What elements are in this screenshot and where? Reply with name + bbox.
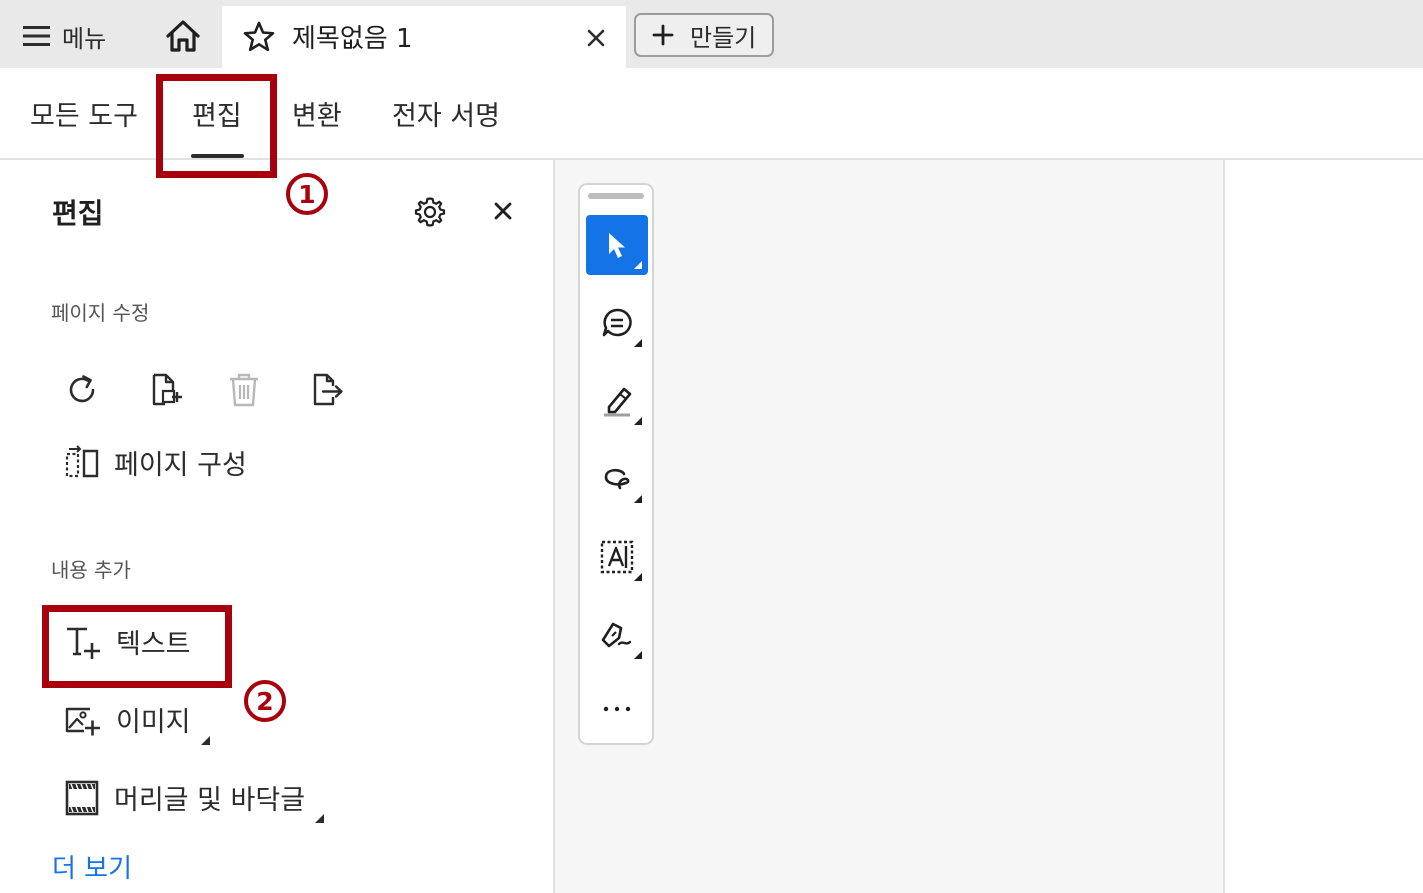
insert-page-icon[interactable] — [140, 366, 188, 414]
comment-icon — [600, 306, 634, 340]
text-box-icon — [599, 539, 635, 575]
add-image-button[interactable]: 이미지 — [64, 700, 210, 745]
submenu-indicator — [200, 736, 210, 745]
highlight-tool-button[interactable] — [586, 371, 648, 431]
annotation-number-step2: 2 — [244, 680, 286, 722]
tab-convert[interactable]: 변환 — [292, 94, 342, 133]
close-icon[interactable] — [580, 22, 612, 54]
create-label: 만들기 — [690, 23, 757, 52]
quick-tools-toolbar — [578, 183, 654, 745]
home-icon — [165, 19, 201, 53]
sign-pen-icon — [599, 618, 635, 652]
right-pane — [1223, 160, 1423, 893]
sign-tool-button[interactable] — [586, 605, 648, 665]
add-text-icon — [64, 623, 102, 661]
ellipsis-icon — [602, 704, 632, 714]
text-box-tool-button[interactable] — [586, 527, 648, 587]
cursor-icon — [603, 230, 631, 260]
extract-page-icon[interactable] — [302, 366, 350, 414]
tab-esign[interactable]: 전자 서명 — [392, 94, 500, 133]
comment-tool-button[interactable] — [586, 293, 648, 353]
add-image-label: 이미지 — [116, 707, 191, 738]
hamburger-icon — [22, 23, 52, 49]
highlighter-icon — [600, 384, 634, 418]
tab-all-tools[interactable]: 모든 도구 — [30, 94, 138, 133]
title-bar: 메뉴 제목없음 1 만들기 — [0, 0, 1423, 68]
tool-tabs: 모든 도구 편집 변환 전자 서명 — [0, 68, 1423, 160]
panel-title: 편집 — [52, 197, 104, 230]
section-heading-page: 페이지 수정 — [51, 301, 150, 325]
organize-pages-button[interactable]: 페이지 구성 — [64, 443, 247, 482]
add-image-icon — [64, 701, 102, 739]
create-button[interactable]: 만들기 — [634, 13, 774, 57]
toolbar-drag-handle[interactable] — [588, 193, 644, 199]
more-tools-button[interactable] — [586, 679, 648, 739]
add-text-label: 텍스트 — [116, 629, 191, 660]
menu-label: 메뉴 — [62, 24, 107, 53]
menu-button[interactable]: 메뉴 — [22, 14, 106, 58]
document-canvas[interactable] — [555, 160, 1223, 893]
document-title: 제목없음 1 — [292, 24, 413, 54]
document-tab[interactable]: 제목없음 1 — [222, 6, 626, 68]
annotation-number-step1: 1 — [286, 173, 328, 215]
tab-edit[interactable]: 편집 — [192, 94, 242, 133]
rotate-icon[interactable] — [58, 366, 106, 414]
gear-icon[interactable] — [410, 192, 450, 232]
trash-icon — [220, 366, 268, 414]
organize-pages-icon — [64, 444, 100, 481]
star-icon[interactable] — [242, 20, 276, 54]
active-tab-indicator — [191, 154, 244, 158]
freehand-draw-icon — [600, 462, 634, 496]
submenu-indicator — [315, 814, 325, 823]
edit-panel: 편집 페이지 수정 페이지 구성 내용 추가 텍스트 이미지 머리글 및 바닥글… — [0, 160, 555, 893]
select-tool-button[interactable] — [586, 215, 648, 275]
header-footer-icon — [64, 779, 100, 817]
more-link[interactable]: 더 보기 — [52, 848, 132, 885]
draw-tool-button[interactable] — [586, 449, 648, 509]
plus-icon — [652, 24, 674, 46]
organize-pages-label: 페이지 구성 — [114, 450, 247, 481]
panel-close-icon[interactable] — [486, 194, 520, 228]
add-text-button[interactable]: 텍스트 — [64, 622, 191, 661]
header-footer-button[interactable]: 머리글 및 바닥글 — [64, 778, 325, 823]
header-footer-label: 머리글 및 바닥글 — [114, 785, 306, 816]
home-button[interactable] — [160, 14, 206, 58]
section-heading-add: 내용 추가 — [51, 558, 131, 582]
